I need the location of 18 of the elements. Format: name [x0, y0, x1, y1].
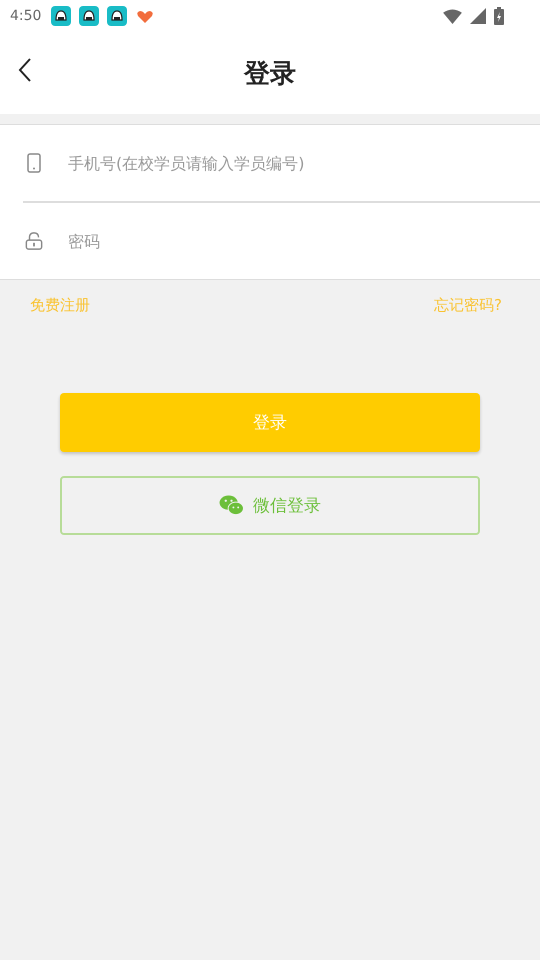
wechat-login-button[interactable]: 微信登录 [60, 476, 480, 535]
battery-icon [494, 7, 504, 25]
wifi-icon [443, 8, 462, 24]
forgot-password-link[interactable]: 忘记密码? [434, 296, 502, 315]
status-time: 4:50 [10, 8, 42, 24]
password-input-field[interactable]: 密码 [68, 226, 540, 256]
page-title: 登录 [244, 58, 296, 90]
back-icon [18, 58, 32, 82]
back-button[interactable] [18, 58, 32, 82]
phone-input-field[interactable]: 手机号(在校学员请输入学员编号) [68, 148, 540, 178]
notification-app-icon [79, 6, 100, 26]
register-link[interactable]: 免费注册 [30, 296, 90, 315]
notification-app-icon [51, 6, 72, 26]
chat-bubbles-icon [219, 495, 244, 516]
signal-icon [470, 8, 486, 24]
notification-app-icon [107, 6, 128, 26]
login-button[interactable]: 登录 [60, 393, 480, 452]
lock-icon [23, 232, 45, 250]
